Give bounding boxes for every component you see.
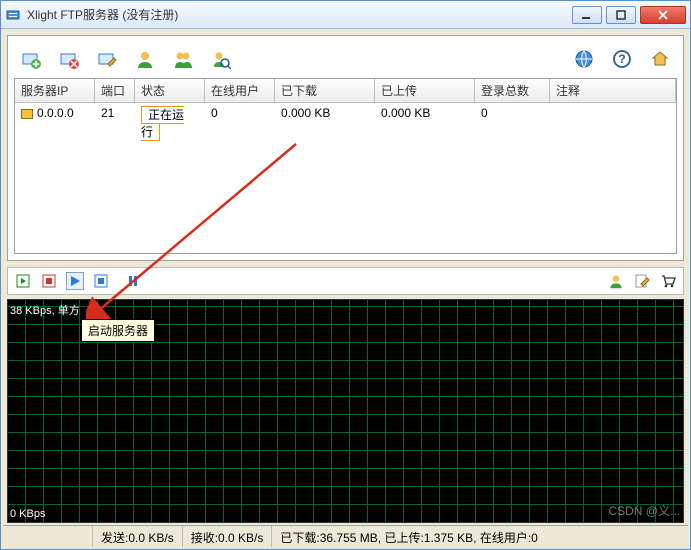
pause-button[interactable] bbox=[124, 272, 142, 290]
col-log[interactable]: 登录总数 bbox=[475, 79, 550, 102]
find-user-button[interactable] bbox=[208, 46, 234, 72]
cell-status: 正在运行 bbox=[141, 106, 184, 141]
col-up[interactable]: 已上传 bbox=[375, 79, 475, 102]
stop-button[interactable] bbox=[92, 272, 110, 290]
cart-button[interactable] bbox=[659, 272, 677, 290]
col-port[interactable]: 端口 bbox=[95, 79, 135, 102]
col-users[interactable]: 在线用户 bbox=[205, 79, 275, 102]
graph-bottom-label: 0 KBps bbox=[10, 508, 45, 520]
status-bar: 发送:0.0 KB/s 接收:0.0 KB/s 已下载:36.755 MB, 已… bbox=[3, 525, 688, 547]
control-bar bbox=[7, 267, 684, 295]
server-table: 服务器IP 端口 状态 在线用户 已下载 已上传 登录总数 注释 0.0.0.0… bbox=[14, 78, 677, 254]
minimize-button[interactable] bbox=[572, 6, 602, 24]
cell-log: 0 bbox=[475, 103, 550, 143]
toolbar: ? bbox=[14, 42, 677, 76]
cell-port: 21 bbox=[95, 103, 135, 143]
add-server-button[interactable] bbox=[18, 46, 44, 72]
cell-note bbox=[550, 103, 676, 143]
window-title: Xlight FTP服务器 (没有注册) bbox=[27, 6, 572, 23]
col-status[interactable]: 状态 bbox=[135, 79, 205, 102]
cell-ip: 0.0.0.0 bbox=[37, 106, 74, 120]
globe-button[interactable] bbox=[571, 46, 597, 72]
tooltip: 启动服务器 bbox=[81, 319, 155, 342]
status-totals: 已下载:36.755 MB, 已上传:1.375 KB, 在线用户:0 bbox=[272, 526, 688, 547]
cell-up: 0.000 KB bbox=[375, 103, 475, 143]
cell-users: 0 bbox=[205, 103, 275, 143]
table-row[interactable]: 0.0.0.0 21 正在运行 0 0.000 KB 0.000 KB 0 bbox=[15, 103, 676, 143]
users-button[interactable] bbox=[170, 46, 196, 72]
svg-text:?: ? bbox=[618, 52, 625, 66]
status-recv: 接收:0.0 KB/s bbox=[183, 526, 273, 547]
stop-record-button[interactable] bbox=[40, 272, 58, 290]
status-empty bbox=[3, 526, 93, 547]
app-icon bbox=[5, 7, 21, 23]
col-down[interactable]: 已下载 bbox=[275, 79, 375, 102]
col-ip[interactable]: 服务器IP bbox=[15, 79, 95, 102]
edit-server-button[interactable] bbox=[94, 46, 120, 72]
help-button[interactable]: ? bbox=[609, 46, 635, 72]
user-small-button[interactable] bbox=[607, 272, 625, 290]
main-panel: ? 服务器IP 端口 状态 在线用户 已下载 已上传 登录总数 注释 bbox=[7, 35, 684, 261]
titlebar: Xlight FTP服务器 (没有注册) bbox=[1, 1, 690, 29]
watermark: CSDN @义... bbox=[608, 502, 680, 519]
server-icon bbox=[21, 109, 33, 119]
edit-small-button[interactable] bbox=[633, 272, 651, 290]
play-outline-button[interactable] bbox=[14, 272, 32, 290]
status-send: 发送:0.0 KB/s bbox=[93, 526, 183, 547]
home-button[interactable] bbox=[647, 46, 673, 72]
col-note[interactable]: 注释 bbox=[550, 79, 676, 102]
maximize-button[interactable] bbox=[606, 6, 636, 24]
close-button[interactable] bbox=[640, 6, 686, 24]
cell-down: 0.000 KB bbox=[275, 103, 375, 143]
remove-server-button[interactable] bbox=[56, 46, 82, 72]
graph-top-label: 38 KBps, 单方 bbox=[10, 302, 80, 318]
user-button[interactable] bbox=[132, 46, 158, 72]
start-server-button[interactable] bbox=[66, 272, 84, 290]
